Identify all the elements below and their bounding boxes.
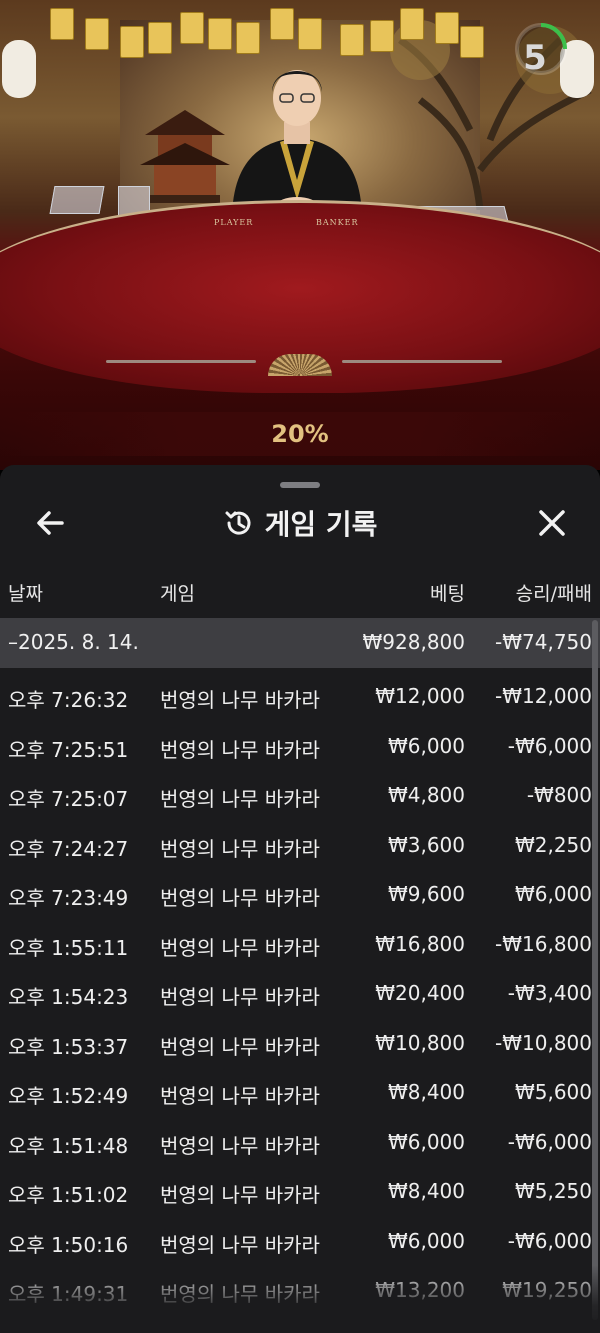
column-header-win-loss[interactable]: 승리/패배 (516, 579, 592, 606)
row-bet: ₩3,600 (387, 832, 465, 857)
row-bet: ₩16,800 (375, 931, 465, 956)
banker-label: BANKER (316, 218, 359, 227)
column-header-bet[interactable]: 베팅 (430, 579, 465, 606)
row-result: ₩6,000 (514, 882, 592, 906)
row-bet: ₩6,000 (387, 1129, 465, 1154)
row-time: 오후 1:51:02 (8, 1183, 129, 1207)
row-bet: ₩20,400 (375, 981, 465, 1005)
table-rail-right (342, 360, 502, 363)
summary-win-loss-total: -₩74,750 (495, 630, 592, 654)
row-time: 오후 1:51:48 (8, 1133, 129, 1158)
row-game: 번영의 나무 바카라 (160, 1133, 320, 1158)
panel-header: 게임 기록 (0, 493, 600, 553)
column-header-date[interactable]: 날짜 (8, 579, 43, 606)
summary-bet-total: ₩928,800 (362, 630, 465, 654)
close-button[interactable] (534, 505, 570, 541)
row-time: 오후 7:26:32 (8, 688, 129, 712)
page-title: 게임 기록 (264, 508, 378, 541)
row-bet: ₩10,800 (375, 1030, 465, 1055)
row-result: -₩16,800 (495, 931, 592, 956)
list-fade-overlay (0, 1265, 600, 1333)
row-game: 번영의 나무 바카라 (160, 985, 320, 1009)
drag-handle[interactable] (280, 482, 320, 488)
row-result: -₩6,000 (507, 733, 592, 758)
history-row[interactable]: 오후 1:51:02 번영의 나무 바카라 ₩8,400 ₩5,250 (0, 1166, 600, 1215)
row-game: 번영의 나무 바카라 (160, 886, 320, 910)
row-bet: ₩8,400 (387, 1080, 465, 1104)
row-bet: ₩4,800 (387, 783, 465, 807)
table-rail-left (106, 360, 256, 363)
row-game: 번영의 나무 바카라 (160, 1232, 320, 1257)
history-row[interactable]: 오후 7:26:32 번영의 나무 바카라 ₩12,000 -₩12,000 (0, 671, 600, 720)
row-bet: ₩6,000 (387, 733, 465, 758)
pagoda-image (140, 110, 230, 203)
title-group: 게임 기록 (223, 503, 378, 543)
history-row[interactable]: 오후 1:53:37 번영의 나무 바카라 ₩10,800 -₩10,800 (0, 1018, 600, 1067)
history-row[interactable]: 오후 1:54:23 번영의 나무 바카라 ₩20,400 -₩3,400 (0, 968, 600, 1017)
row-result: -₩800 (526, 783, 592, 807)
row-time: 오후 7:25:07 (8, 787, 129, 811)
history-row[interactable]: 오후 7:25:51 번영의 나무 바카라 ₩6,000 -₩6,000 (0, 721, 600, 770)
history-row[interactable]: 오후 7:23:49 번영의 나무 바카라 ₩9,600 ₩6,000 (0, 869, 600, 918)
history-row[interactable]: 오후 1:55:11 번영의 나무 바카라 ₩16,800 -₩16,800 (0, 919, 600, 968)
row-bet: ₩6,000 (387, 1228, 465, 1253)
player-label: PLAYER (214, 218, 254, 227)
row-game: 번영의 나무 바카라 (160, 1183, 320, 1207)
row-game: 번영의 나무 바카라 (160, 737, 320, 762)
row-bet: ₩8,400 (387, 1179, 465, 1203)
row-result: -₩10,800 (495, 1030, 592, 1055)
row-bet: ₩9,600 (387, 882, 465, 906)
row-game: 번영의 나무 바카라 (160, 1084, 320, 1108)
history-list: 오후 7:26:32 번영의 나무 바카라 ₩12,000 -₩12,000 오후 7:… (0, 671, 600, 1311)
row-bet: ₩12,000 (375, 684, 465, 708)
row-time: 오후 1:55:11 (8, 935, 129, 960)
row-result: -₩3,400 (507, 981, 592, 1005)
percentage-label: 20% (271, 420, 329, 448)
live-stream-video[interactable]: PLAYER BANKER 20% 5 (0, 0, 600, 470)
history-row[interactable]: 오후 7:25:07 번영의 나무 바카라 ₩4,800 -₩800 (0, 770, 600, 819)
card-shoe-left (49, 186, 105, 214)
row-time: 오후 1:52:49 (8, 1084, 129, 1108)
row-result: ₩5,250 (514, 1179, 592, 1203)
row-time: 오후 7:23:49 (8, 886, 129, 910)
row-time: 오후 1:54:23 (8, 985, 129, 1009)
row-game: 번영의 나무 바카라 (160, 688, 320, 712)
row-game: 번영의 나무 바카라 (160, 836, 320, 861)
column-header-game[interactable]: 게임 (160, 579, 195, 606)
close-icon (539, 510, 565, 536)
row-result: ₩5,600 (514, 1080, 592, 1104)
column-header-row: 날짜 게임 베팅 승리/패배 (0, 579, 600, 609)
row-game: 번영의 나무 바카라 (160, 935, 320, 960)
row-time: 오후 1:50:16 (8, 1232, 129, 1257)
game-history-panel: 게임 기록 날짜 게임 베팅 승리/패배 –2025. 8. 14. ₩928,… (0, 465, 600, 1333)
history-row[interactable]: 오후 1:51:48 번영의 나무 바카라 ₩6,000 -₩6,000 (0, 1117, 600, 1166)
history-row[interactable]: 오후 7:24:27 번영의 나무 바카라 ₩3,600 ₩2,250 (0, 820, 600, 869)
lantern-left (2, 40, 36, 98)
row-time: 오후 7:25:51 (8, 737, 129, 762)
scrollbar[interactable] (592, 620, 598, 1320)
history-row[interactable]: 오후 1:52:49 번영의 나무 바카라 ₩8,400 ₩5,600 (0, 1067, 600, 1116)
row-game: 번영의 나무 바카라 (160, 787, 320, 811)
date-summary-row[interactable]: –2025. 8. 14. ₩928,800 -₩74,750 (0, 618, 600, 668)
row-result: ₩2,250 (514, 832, 592, 857)
countdown-timer-value: 5 (523, 38, 547, 78)
fan-ornament (268, 354, 332, 376)
summary-date: –2025. 8. 14. (8, 630, 139, 654)
history-row[interactable]: 오후 1:50:16 번영의 나무 바카라 ₩6,000 -₩6,000 (0, 1216, 600, 1265)
history-clock-icon (225, 511, 251, 535)
row-result: -₩6,000 (507, 1228, 592, 1253)
row-game: 번영의 나무 바카라 (160, 1034, 320, 1059)
row-time: 오후 7:24:27 (8, 836, 129, 861)
row-result: -₩6,000 (507, 1129, 592, 1154)
dealer-image (232, 70, 362, 220)
row-result: -₩12,000 (495, 684, 592, 708)
title-wrap: 게임 기록 (0, 503, 600, 543)
row-time: 오후 1:53:37 (8, 1034, 129, 1059)
